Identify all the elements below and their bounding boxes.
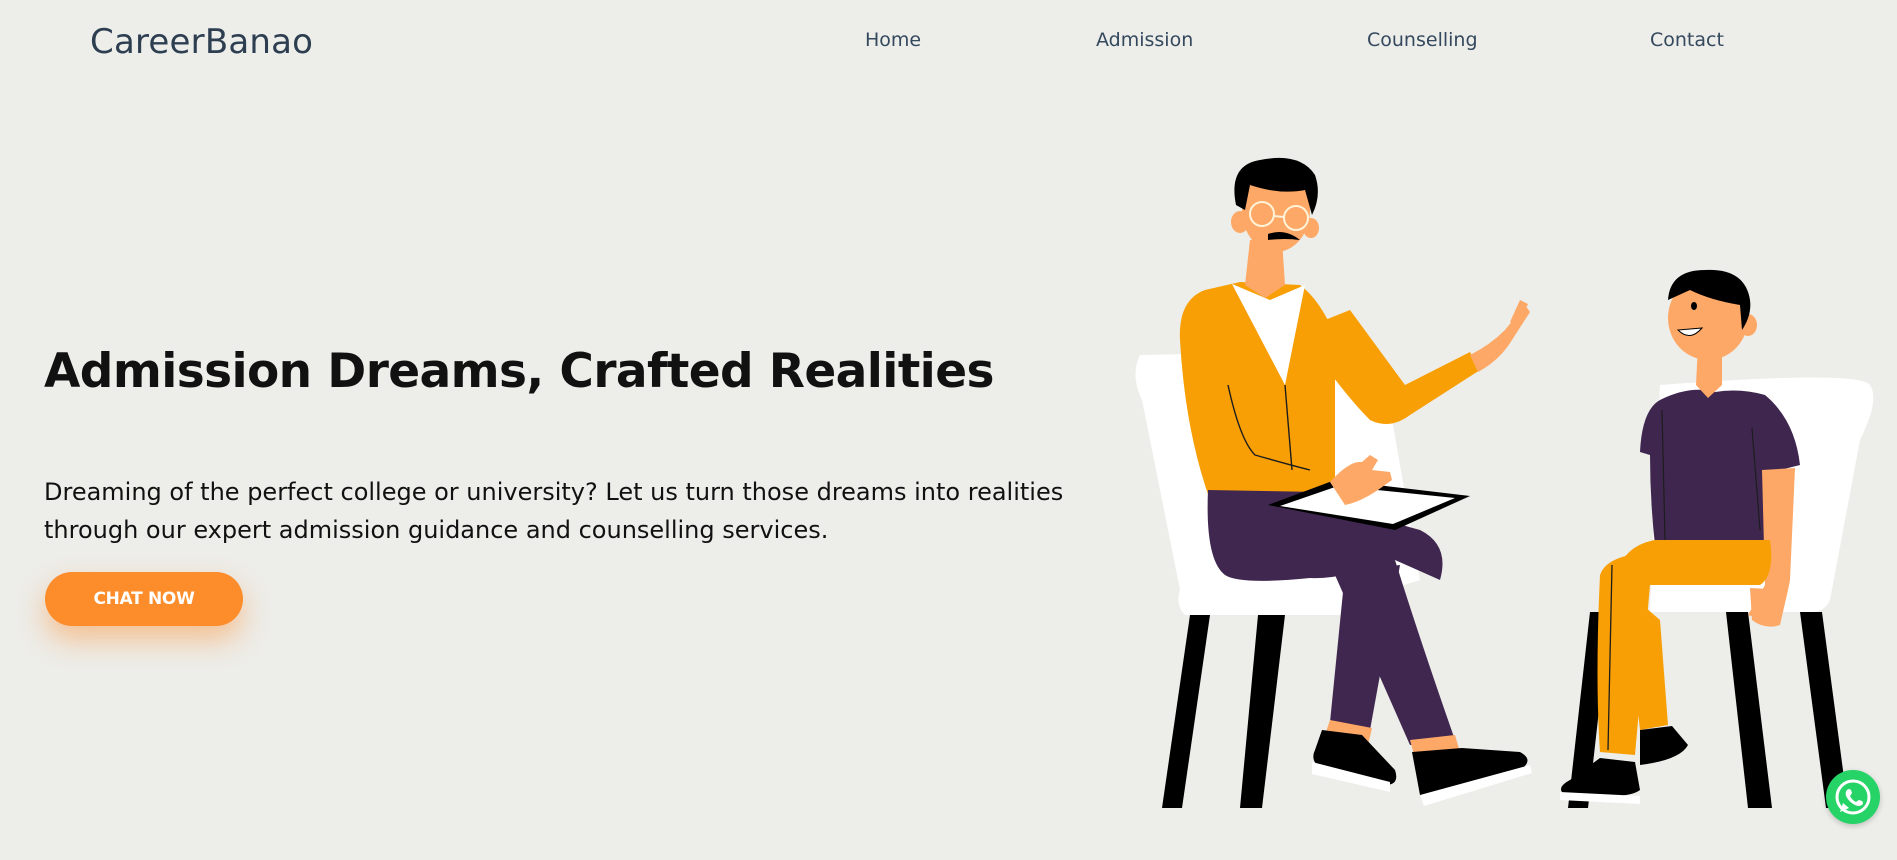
nav-link-admission[interactable]: Admission: [1096, 29, 1193, 51]
brand-logo[interactable]: CareerBanao: [90, 22, 313, 62]
whatsapp-icon: [1835, 779, 1871, 815]
whatsapp-chat-button[interactable]: [1826, 770, 1880, 824]
hero-title: Admission Dreams, Crafted Realities: [44, 344, 994, 399]
hero-description: Dreaming of the perfect college or unive…: [44, 478, 1064, 544]
nav-link-counselling[interactable]: Counselling: [1367, 29, 1478, 51]
nav-link-home[interactable]: Home: [865, 29, 921, 51]
chat-now-button[interactable]: CHAT NOW: [45, 572, 243, 626]
top-navigation-bar: CareerBanao Home Admission Counselling C…: [0, 0, 1897, 86]
nav-link-contact[interactable]: Contact: [1650, 29, 1724, 51]
counselling-illustration: [1120, 140, 1880, 825]
